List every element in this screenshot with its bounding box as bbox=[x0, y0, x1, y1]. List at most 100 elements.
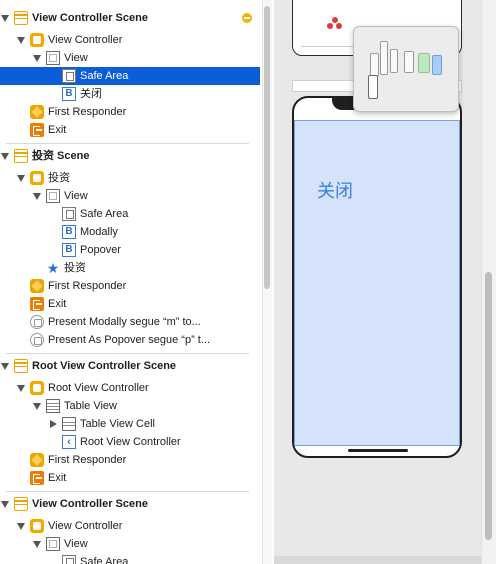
outline-row-button-popover[interactable]: B Popover bbox=[0, 241, 260, 259]
outline-row-first-responder-1[interactable]: First Responder bbox=[0, 103, 260, 121]
outline-row-label: View bbox=[64, 538, 88, 550]
table-cell-icon bbox=[62, 417, 76, 431]
view-controller-icon bbox=[30, 519, 44, 533]
outline-row-label: Safe Area bbox=[80, 70, 129, 82]
disclosure-expanded-icon[interactable] bbox=[32, 187, 42, 205]
size-class-popover[interactable] bbox=[353, 26, 459, 112]
canvas-bottom-bar bbox=[274, 556, 481, 564]
outline-row-label: View Controller bbox=[48, 34, 123, 46]
document-outline: View Controller Scene View Controller View… bbox=[0, 0, 260, 564]
outline-row-exit-2[interactable]: Exit bbox=[0, 295, 260, 313]
device-option-icon[interactable] bbox=[418, 53, 430, 73]
disclosure-expanded-icon[interactable] bbox=[16, 517, 26, 535]
disclosure-expanded-icon[interactable] bbox=[0, 9, 10, 27]
device-option-icon[interactable] bbox=[370, 53, 379, 77]
outline-row-safe-area-3[interactable]: Safe Area bbox=[0, 553, 260, 564]
device-option-icon[interactable] bbox=[368, 75, 378, 99]
disclosure-expanded-icon[interactable] bbox=[32, 397, 42, 415]
outline-row-first-responder-2[interactable]: First Responder bbox=[0, 277, 260, 295]
outline-row-label: Root View Controller bbox=[48, 382, 149, 394]
outline-row-view-controller-invest[interactable]: 投资 bbox=[0, 169, 260, 187]
safe-area-icon bbox=[62, 69, 76, 83]
exit-icon bbox=[30, 471, 44, 485]
view-icon bbox=[46, 189, 60, 203]
exit-icon bbox=[30, 123, 44, 137]
outline-scrollbar-thumb[interactable] bbox=[264, 6, 270, 289]
outline-row-segue-popover[interactable]: Present As Popover segue “p” t... bbox=[0, 331, 260, 349]
device-option-icon[interactable] bbox=[390, 49, 398, 73]
disclosure-expanded-icon[interactable] bbox=[0, 147, 10, 165]
outline-row-label: View bbox=[64, 190, 88, 202]
outline-row-label: Present Modally segue “m” to... bbox=[48, 316, 201, 328]
device-option-icon[interactable] bbox=[404, 51, 414, 73]
outline-row-label: View Controller bbox=[48, 520, 123, 532]
outline-row-segue-modally[interactable]: Present Modally segue “m” to... bbox=[0, 313, 260, 331]
outline-row-scene-invest[interactable]: 投资 Scene bbox=[0, 147, 260, 165]
first-responder-icon bbox=[30, 105, 44, 119]
outline-row-table-view-cell[interactable]: Table View Cell bbox=[0, 415, 260, 433]
scene-icon bbox=[14, 149, 28, 163]
outline-row-scene-view-controller-1[interactable]: View Controller Scene bbox=[0, 9, 260, 27]
device-option-icon[interactable] bbox=[432, 55, 442, 75]
view-icon bbox=[46, 51, 60, 65]
canvas-scrollbar-thumb[interactable] bbox=[485, 272, 492, 540]
button-icon: B bbox=[62, 87, 76, 101]
disclosure-expanded-icon[interactable] bbox=[0, 357, 10, 375]
view-icon bbox=[46, 537, 60, 551]
view-controller-icon bbox=[30, 33, 44, 47]
home-indicator bbox=[348, 449, 408, 452]
disclosure-expanded-icon[interactable] bbox=[16, 379, 26, 397]
disclosure-expanded-icon[interactable] bbox=[32, 535, 42, 553]
outline-row-label: Exit bbox=[48, 472, 67, 484]
outline-row-safe-area-1[interactable]: Safe Area bbox=[0, 67, 260, 85]
scene-icon bbox=[14, 11, 28, 25]
outline-row-label: 投资 bbox=[48, 172, 70, 184]
disclosure-collapsed-icon[interactable] bbox=[48, 415, 58, 433]
outline-row-view-1[interactable]: View bbox=[0, 49, 260, 67]
outline-row-table-view[interactable]: Table View bbox=[0, 397, 260, 415]
segue-icon bbox=[30, 315, 44, 329]
outline-row-navigation-item-root[interactable]: ‹ Root View Controller bbox=[0, 433, 260, 451]
outline-row-label: 投资 bbox=[64, 262, 86, 274]
outline-row-label: Exit bbox=[48, 124, 67, 136]
outline-row-scene-root[interactable]: Root View Controller Scene bbox=[0, 357, 260, 375]
safe-area-view[interactable]: 关闭 bbox=[294, 120, 460, 446]
disclosure-expanded-icon[interactable] bbox=[0, 495, 10, 513]
outline-row-exit-1[interactable]: Exit bbox=[0, 121, 260, 139]
outline-row-view-controller-2[interactable]: View Controller bbox=[0, 517, 260, 535]
device-frame[interactable]: 关闭 bbox=[292, 96, 462, 458]
outline-row-safe-area-2[interactable]: Safe Area bbox=[0, 205, 260, 223]
outline-row-first-responder-3[interactable]: First Responder bbox=[0, 451, 260, 469]
outline-row-root-view-controller[interactable]: Root View Controller bbox=[0, 379, 260, 397]
outline-row-label: Root View Controller Scene bbox=[32, 360, 177, 372]
exit-icon bbox=[30, 297, 44, 311]
outline-row-button-close[interactable]: B 关闭 bbox=[0, 85, 260, 103]
outline-row-button-modally[interactable]: B Modally bbox=[0, 223, 260, 241]
outline-row-label: Modally bbox=[80, 226, 118, 238]
scene-icon bbox=[14, 497, 28, 511]
outline-row-view-controller-1[interactable]: View Controller bbox=[0, 31, 260, 49]
outline-row-label: View Controller Scene bbox=[32, 12, 148, 24]
device-option-icon[interactable] bbox=[380, 41, 388, 75]
disclosure-expanded-icon[interactable] bbox=[32, 49, 42, 67]
tab-bar-item-icon: ★ bbox=[46, 260, 60, 276]
outline-row-label: First Responder bbox=[48, 280, 127, 292]
disclosure-expanded-icon[interactable] bbox=[16, 31, 26, 49]
disclosure-expanded-icon[interactable] bbox=[16, 169, 26, 187]
outline-row-label: Present As Popover segue “p” t... bbox=[48, 334, 211, 346]
outline-row-exit-3[interactable]: Exit bbox=[0, 469, 260, 487]
outline-row-label: Popover bbox=[80, 244, 121, 256]
outline-row-tab-bar-item-invest[interactable]: ★ 投资 bbox=[0, 259, 260, 277]
outline-row-view-3[interactable]: View bbox=[0, 535, 260, 553]
outline-row-scene-view-controller-2[interactable]: View Controller Scene bbox=[0, 495, 260, 513]
first-responder-icon bbox=[30, 453, 44, 467]
outline-row-view-2[interactable]: View bbox=[0, 187, 260, 205]
safe-area-icon bbox=[62, 555, 76, 564]
close-button[interactable]: 关闭 bbox=[317, 177, 353, 203]
